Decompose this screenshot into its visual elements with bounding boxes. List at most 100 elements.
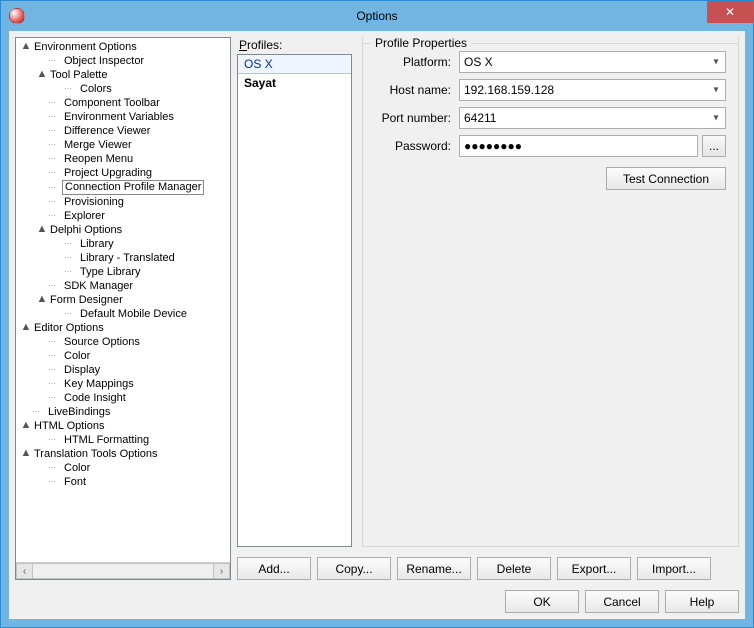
port-combo[interactable]: 64211 ▾ (459, 107, 726, 129)
tree-item[interactable]: ▸⋯Explorer (18, 209, 230, 223)
add-button[interactable]: Add... (237, 557, 311, 580)
platform-combo[interactable]: OS X ▾ (459, 51, 726, 73)
tree-item[interactable]: ▸⋯Colors (18, 82, 230, 96)
tree-item[interactable]: ▲Form Designer (18, 293, 230, 307)
chevron-down-icon: ▾ (709, 113, 723, 124)
tree-horizontal-scrollbar[interactable]: ‹ › (16, 562, 230, 579)
ok-button[interactable]: OK (505, 590, 579, 613)
tree-item[interactable]: ▸⋯Provisioning (18, 195, 230, 209)
tree-item-label: Merge Viewer (62, 138, 134, 152)
tree-connector-icon: ⋯ (48, 113, 62, 121)
tree-item[interactable]: ▸⋯Display (18, 363, 230, 377)
tree-item[interactable]: ▸⋯Connection Profile Manager (18, 180, 230, 195)
host-value: 192.168.159.128 (464, 83, 554, 97)
password-input[interactable]: ●●●●●●●● (459, 135, 698, 157)
tree-item[interactable]: ▲HTML Options (18, 419, 230, 433)
tree-item[interactable]: ▲Editor Options (18, 321, 230, 335)
tree-connector-icon: ⋯ (48, 127, 62, 135)
tree-item[interactable]: ▸⋯Color (18, 461, 230, 475)
tree-item[interactable]: ▲Tool Palette (18, 68, 230, 82)
port-row: Port number: 64211 ▾ (375, 107, 726, 129)
tree-item-label: Component Toolbar (62, 96, 162, 110)
tree-item[interactable]: ▸⋯Project Upgrading (18, 166, 230, 180)
password-reveal-button[interactable]: ... (702, 135, 726, 157)
profiles-list[interactable]: OS XSayat (237, 54, 352, 547)
import-button[interactable]: Import... (637, 557, 711, 580)
profile-item[interactable]: Sayat (238, 74, 351, 93)
platform-row: Platform: OS X ▾ (375, 51, 726, 73)
tree-connector-icon: ⋯ (48, 141, 62, 149)
rename-button[interactable]: Rename... (397, 557, 471, 580)
tree-connector-icon: ⋯ (48, 464, 62, 472)
export-button[interactable]: Export... (557, 557, 631, 580)
app-icon (9, 8, 25, 24)
tree-item[interactable]: ▸⋯Library - Translated (18, 251, 230, 265)
tree-item[interactable]: ▲Environment Options (18, 40, 230, 54)
client-area: ▲Environment Options▸⋯Object Inspector▲T… (1, 31, 753, 627)
host-combo[interactable]: 192.168.159.128 ▾ (459, 79, 726, 101)
tree-item[interactable]: ▸⋯Key Mappings (18, 377, 230, 391)
tree-item[interactable]: ▸⋯Merge Viewer (18, 138, 230, 152)
tree-item[interactable]: ▸⋯Code Insight (18, 391, 230, 405)
tree-item[interactable]: ▲Delphi Options (18, 223, 230, 237)
close-button[interactable]: ✕ (707, 1, 753, 23)
options-tree-scroll[interactable]: ▲Environment Options▸⋯Object Inspector▲T… (16, 38, 230, 562)
tree-item[interactable]: ▸⋯SDK Manager (18, 279, 230, 293)
scroll-left-button[interactable]: ‹ (16, 563, 33, 579)
main-row: ▲Environment Options▸⋯Object Inspector▲T… (15, 37, 739, 580)
tree-item-label: Connection Profile Manager (62, 180, 204, 195)
tree-connector-icon: ⋯ (48, 212, 62, 220)
collapse-icon[interactable]: ▲ (20, 320, 32, 334)
tree-item[interactable]: ▸⋯Default Mobile Device (18, 307, 230, 321)
collapse-icon[interactable]: ▲ (20, 39, 32, 53)
tree-item[interactable]: ▸⋯Font (18, 475, 230, 489)
test-connection-row: Test Connection (375, 167, 726, 190)
tree-connector-icon: ⋯ (64, 240, 78, 248)
dialog-buttons: OK Cancel Help (15, 586, 739, 613)
collapse-icon[interactable]: ▲ (36, 222, 48, 236)
tree-connector-icon: ⋯ (48, 366, 62, 374)
tree-item[interactable]: ▸⋯Environment Variables (18, 110, 230, 124)
tree-connector-icon: ⋯ (48, 169, 62, 177)
chevron-down-icon: ▾ (709, 57, 723, 68)
help-button[interactable]: Help (665, 590, 739, 613)
scroll-track[interactable] (33, 563, 213, 579)
scroll-right-button[interactable]: › (213, 563, 230, 579)
tree-connector-icon: ⋯ (48, 436, 62, 444)
test-connection-button[interactable]: Test Connection (606, 167, 726, 190)
tree-connector-icon: ⋯ (48, 155, 62, 163)
tree-connector-icon: ⋯ (48, 184, 62, 192)
tree-item[interactable]: ▸⋯Reopen Menu (18, 152, 230, 166)
collapse-icon[interactable]: ▲ (36, 67, 48, 81)
tree-item[interactable]: ▲Translation Tools Options (18, 447, 230, 461)
tree-item[interactable]: ▸⋯Source Options (18, 335, 230, 349)
tree-item[interactable]: ▸⋯Color (18, 349, 230, 363)
tree-item[interactable]: ▸⋯Difference Viewer (18, 124, 230, 138)
tree-item[interactable]: ▸⋯Library (18, 237, 230, 251)
tree-item[interactable]: ▸⋯Component Toolbar (18, 96, 230, 110)
copy-button[interactable]: Copy... (317, 557, 391, 580)
tree-connector-icon: ⋯ (32, 408, 46, 416)
tree-item-label: Tool Palette (48, 68, 109, 82)
password-label: Password: (375, 139, 455, 153)
collapse-icon[interactable]: ▲ (20, 418, 32, 432)
tree-item-label: Key Mappings (62, 377, 136, 391)
tree-connector-icon: ⋯ (64, 268, 78, 276)
tree-connector-icon: ⋯ (48, 352, 62, 360)
title-bar: Options ✕ (1, 1, 753, 31)
password-value: ●●●●●●●● (464, 139, 522, 153)
cancel-button[interactable]: Cancel (585, 590, 659, 613)
collapse-icon[interactable]: ▲ (36, 292, 48, 306)
profile-item[interactable]: OS X (238, 55, 351, 74)
delete-button[interactable]: Delete (477, 557, 551, 580)
tree-connector-icon: ⋯ (48, 99, 62, 107)
tree-item[interactable]: ▸⋯HTML Formatting (18, 433, 230, 447)
port-label: Port number: (375, 111, 455, 125)
collapse-icon[interactable]: ▲ (20, 446, 32, 460)
tree-item-label: HTML Formatting (62, 433, 151, 447)
tree-item[interactable]: ▸⋯Type Library (18, 265, 230, 279)
tree-item[interactable]: ▸⋯LiveBindings (18, 405, 230, 419)
tree-item[interactable]: ▸⋯Object Inspector (18, 54, 230, 68)
profiles-label: Profiles: (237, 37, 352, 54)
password-row: Password: ●●●●●●●● ... (375, 135, 726, 157)
